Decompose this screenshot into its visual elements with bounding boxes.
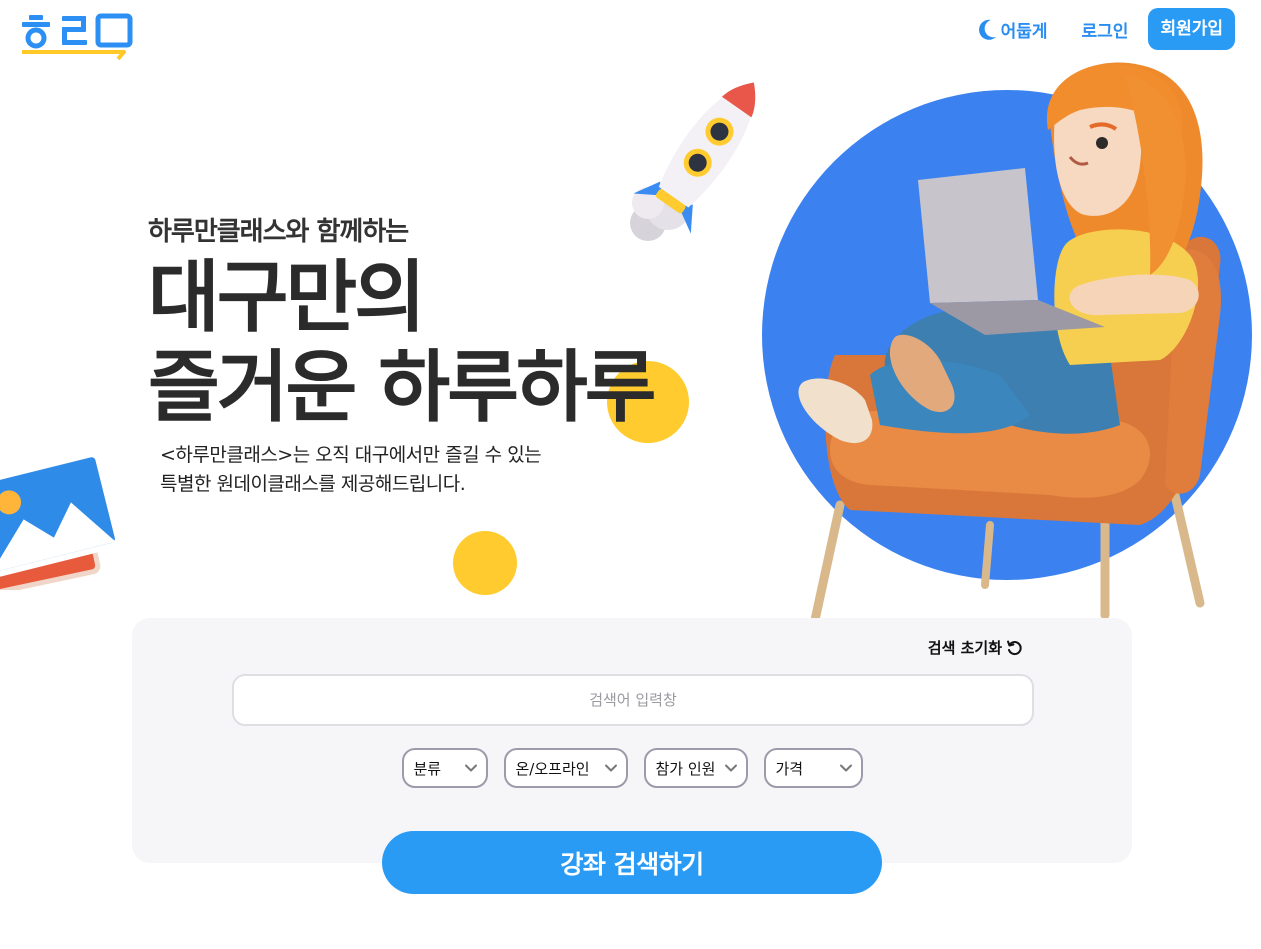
search-panel: 검색 초기화 분류 온/오프라인 참가 인원 가격: [132, 618, 1132, 863]
chevron-down-icon: [604, 764, 617, 772]
chevron-down-icon: [724, 764, 737, 772]
site-logo[interactable]: [20, 12, 134, 62]
filter-participants-select[interactable]: 참가 인원: [643, 748, 748, 788]
class-search-button[interactable]: 강좌 검색하기: [382, 831, 882, 894]
dark-mode-label: 어둡게: [1000, 21, 1048, 42]
hero-subtitle: 하루만클래스와 함께하는: [148, 217, 409, 247]
filter-label: 온/오프라인: [515, 759, 590, 778]
hero-title: 대구만의 즐거운 하루하루: [148, 253, 656, 433]
rocket-illustration: [630, 82, 756, 241]
moon-icon: [978, 19, 996, 40]
hero-description: <하루만클래스>는 오직 대구에서만 즐길 수 있는 특별한 원데이클래스를 제…: [160, 441, 580, 499]
hero-description-line-1: <하루만클래스>는 오직 대구에서만 즐길 수 있는: [160, 444, 542, 466]
top-nav: 어둡게 로그인 회원가입: [978, 8, 1235, 50]
hero-title-line-1: 대구만의: [148, 253, 426, 343]
login-button[interactable]: 로그인: [1082, 17, 1129, 42]
filter-label: 분류: [413, 759, 442, 778]
filter-label: 가격: [775, 759, 804, 778]
chevron-down-icon: [839, 764, 852, 772]
dark-mode-toggle[interactable]: 어둡게: [978, 17, 1048, 42]
search-input[interactable]: [232, 674, 1034, 726]
refresh-icon: [1007, 640, 1022, 655]
signup-button[interactable]: 회원가입: [1148, 8, 1235, 50]
photo-illustration: [0, 450, 122, 590]
search-reset-label: 검색 초기화: [927, 639, 1002, 657]
search-reset-button[interactable]: 검색 초기화: [928, 637, 1022, 658]
hero-description-line-2: 특별한 원데이클래스를 제공해드립니다.: [160, 473, 466, 495]
search-filters: 분류 온/오프라인 참가 인원 가격: [132, 748, 1132, 788]
filter-category-select[interactable]: 분류: [401, 748, 488, 788]
chevron-down-icon: [464, 764, 477, 772]
filter-label: 참가 인원: [655, 759, 716, 778]
hero-title-line-2: 즐거운 하루하루: [148, 343, 656, 433]
filter-online-offline-select[interactable]: 온/오프라인: [503, 748, 628, 788]
girl-laptop-illustration: [798, 62, 1221, 620]
yellow-dot-small: [453, 531, 517, 595]
filter-price-select[interactable]: 가격: [763, 748, 863, 788]
